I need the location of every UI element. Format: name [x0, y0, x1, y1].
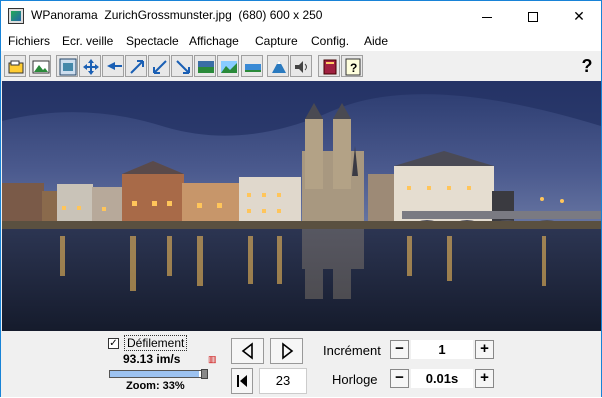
- expand-icon: [130, 60, 144, 74]
- clock-minus-button[interactable]: −: [390, 369, 409, 388]
- expand-button[interactable]: [125, 55, 147, 77]
- image-button[interactable]: [29, 55, 51, 77]
- menu-aide[interactable]: Aide: [364, 34, 388, 48]
- image-icon: [32, 60, 50, 74]
- scroll-checkbox[interactable]: ✓: [108, 338, 119, 349]
- expand-corner-icon: [176, 60, 190, 74]
- help-button[interactable]: ?: [576, 55, 598, 77]
- panorama-button[interactable]: [194, 55, 216, 77]
- application-window: WPanorama ZurichGrossmunster.jpg (680) 6…: [0, 0, 602, 397]
- flat-icon: [245, 64, 261, 72]
- book-button[interactable]: [318, 55, 340, 77]
- speed-slider-handle[interactable]: [201, 369, 208, 379]
- clock-label: Horloge: [332, 372, 378, 387]
- shrink-button[interactable]: [148, 55, 170, 77]
- minimize-button[interactable]: [464, 1, 510, 31]
- landscape-button[interactable]: [217, 55, 239, 77]
- toolbar: ? ?: [1, 53, 601, 81]
- increment-minus-button[interactable]: −: [390, 340, 409, 359]
- panorama-image[interactable]: [2, 81, 601, 331]
- move-icon: [83, 59, 99, 75]
- menu-spectacle[interactable]: Spectacle: [126, 34, 179, 48]
- mountain-button[interactable]: [267, 55, 289, 77]
- close-icon: ✕: [573, 8, 585, 24]
- shrink-icon: [153, 60, 167, 74]
- open-button[interactable]: [4, 55, 26, 77]
- info-icon: ?: [345, 58, 361, 76]
- mountain-icon: [272, 60, 286, 73]
- arrow-right-icon: [282, 342, 294, 360]
- arrow-left-icon: [241, 342, 253, 360]
- increment-value[interactable]: 1: [411, 340, 473, 359]
- zoom-readout: Zoom: 33%: [126, 380, 185, 392]
- speed-slider-fill: [110, 371, 200, 377]
- increment-plus-button[interactable]: +: [475, 340, 494, 359]
- window-title: WPanorama ZurichGrossmunster.jpg (680) 6…: [31, 8, 323, 22]
- close-button[interactable]: ✕: [556, 1, 602, 31]
- maximize-icon: [528, 12, 538, 23]
- next-button[interactable]: [270, 338, 303, 364]
- fit-button[interactable]: [56, 55, 78, 77]
- fit-icon: [59, 58, 77, 76]
- title-bar[interactable]: WPanorama ZurichGrossmunster.jpg (680) 6…: [1, 1, 601, 31]
- book-icon: [323, 59, 337, 75]
- increment-label: Incrément: [323, 343, 381, 358]
- speed-indicator-icon: ▥: [208, 354, 217, 364]
- move-button[interactable]: [79, 55, 101, 77]
- first-frame-button[interactable]: [231, 368, 253, 394]
- speed-slider[interactable]: [109, 370, 208, 378]
- skip-start-icon: [237, 375, 247, 387]
- control-panel: ✓ Défilement 93.13 im/s ▥ Zoom: 33% 23 I…: [1, 331, 601, 397]
- menu-affichage[interactable]: Affichage: [189, 34, 239, 48]
- app-icon[interactable]: [8, 8, 24, 24]
- svg-text:?: ?: [350, 61, 357, 75]
- landscape-icon: [221, 61, 237, 73]
- previous-button[interactable]: [231, 338, 264, 364]
- shrink-left-button[interactable]: [102, 55, 124, 77]
- panorama-icon: [198, 61, 214, 73]
- open-icon: [8, 60, 24, 74]
- clock-value[interactable]: 0.01s: [411, 369, 473, 388]
- scroll-label[interactable]: Défilement: [124, 335, 188, 351]
- menu-bar: Fichiers Ecr. veille Spectacle Affichage…: [1, 31, 601, 51]
- speed-readout: 93.13 im/s: [123, 352, 181, 366]
- menu-ecr-veille[interactable]: Ecr. veille: [62, 34, 113, 48]
- expand-corner-button[interactable]: [171, 55, 193, 77]
- menu-capture[interactable]: Capture: [255, 34, 298, 48]
- frame-number: 23: [259, 368, 307, 394]
- shrink-left-icon: [107, 62, 122, 70]
- maximize-button[interactable]: [510, 1, 556, 31]
- menu-config[interactable]: Config.: [311, 34, 349, 48]
- clock-plus-button[interactable]: +: [475, 369, 494, 388]
- flat-button[interactable]: [241, 55, 263, 77]
- menu-fichiers[interactable]: Fichiers: [8, 34, 50, 48]
- sound-button[interactable]: [290, 55, 312, 77]
- info-button[interactable]: ?: [341, 55, 363, 77]
- minimize-icon: [482, 16, 492, 18]
- sound-icon: [295, 61, 307, 73]
- zurich-grossmunster-photo: [2, 81, 601, 331]
